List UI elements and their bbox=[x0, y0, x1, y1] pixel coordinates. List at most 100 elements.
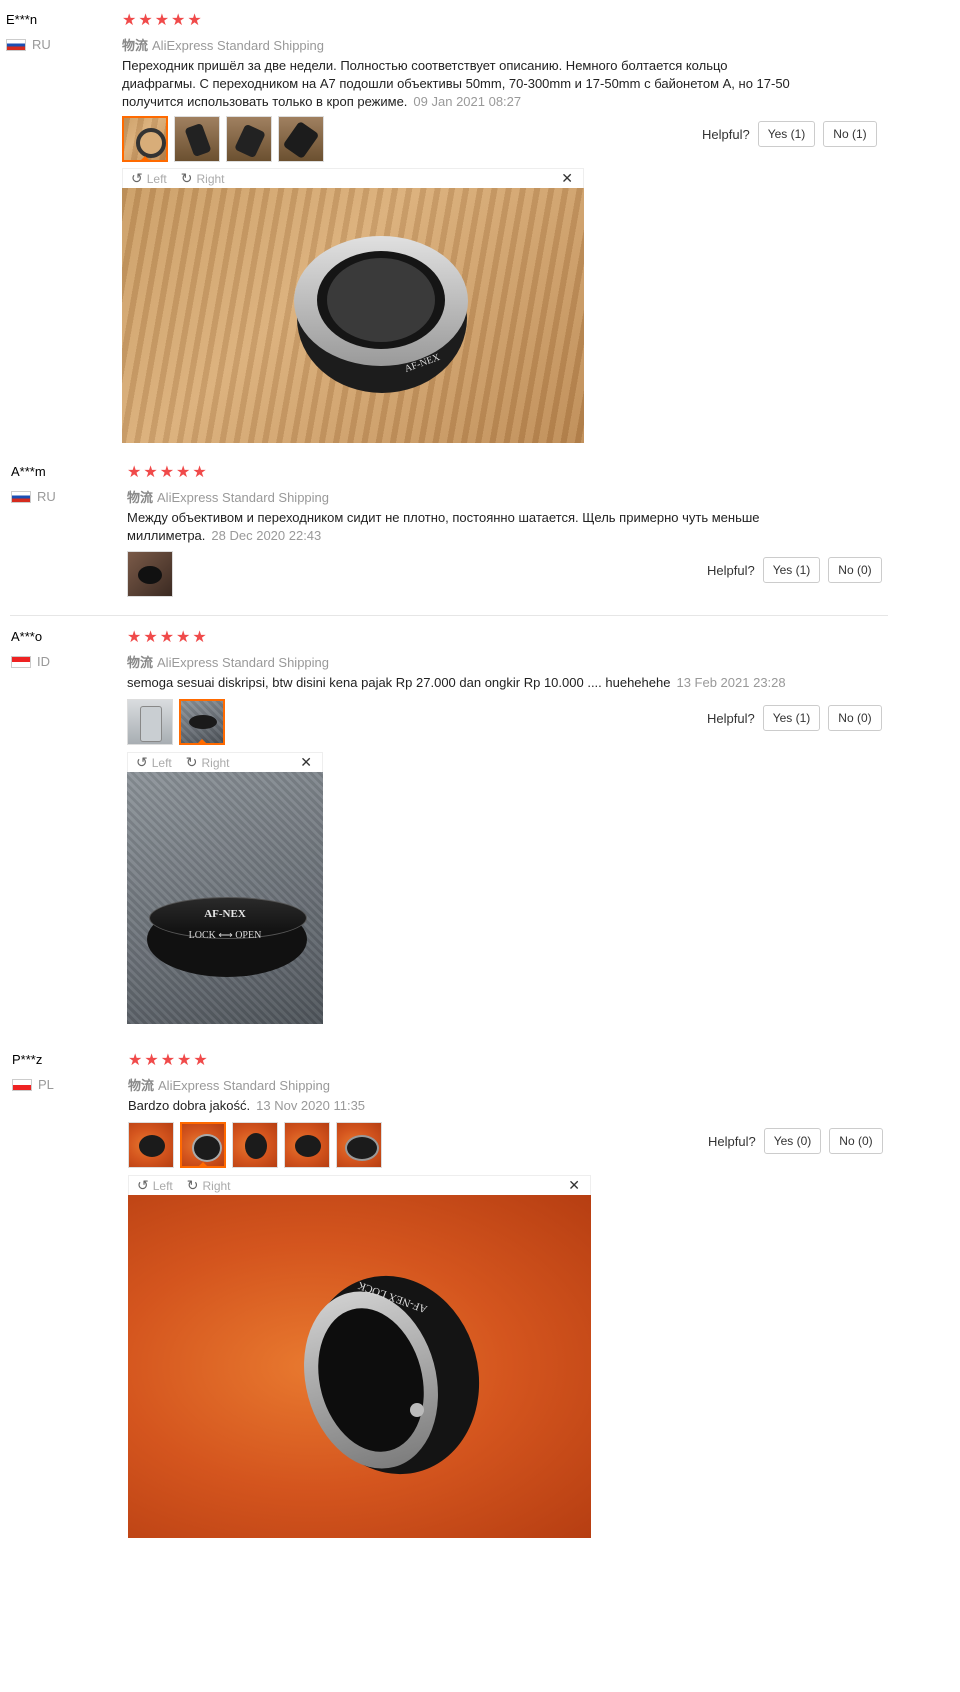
shipping-tag: 物流 bbox=[127, 655, 154, 670]
reviewer-country: PL bbox=[12, 1077, 54, 1092]
rating-stars: ★★★★★ bbox=[127, 464, 209, 481]
review-date: 09 Jan 2021 08:27 bbox=[413, 94, 522, 109]
rotate-left-label[interactable]: Left bbox=[147, 172, 167, 186]
review-photo[interactable]: AF-NEX LOCK ⟷ OPEN bbox=[127, 772, 323, 1024]
vote-no-button[interactable]: No (0) bbox=[829, 1128, 883, 1154]
helpful-votes: Helpful? Yes (0) No (0) bbox=[708, 1128, 883, 1154]
review-date: 28 Dec 2020 22:43 bbox=[211, 528, 322, 543]
photo-thumbnail[interactable] bbox=[179, 699, 225, 745]
review-text-block: Bardzo dobra jakość. 13 Nov 2020 11:35 bbox=[128, 1097, 848, 1115]
close-icon[interactable]: ✕ bbox=[300, 754, 312, 771]
helpful-votes: Helpful? Yes (1) No (1) bbox=[702, 121, 877, 147]
photo-thumbnail[interactable] bbox=[127, 699, 173, 745]
rating-stars: ★★★★★ bbox=[128, 1052, 210, 1069]
reviewer-country: RU bbox=[11, 489, 56, 504]
photo-thumbnails bbox=[128, 1122, 382, 1168]
rotate-left-label[interactable]: Left bbox=[152, 756, 172, 770]
photo-viewer: ↺ Left ↻ Right ✕ AF-NEX LOCK bbox=[128, 1175, 591, 1538]
photo-thumbnail[interactable] bbox=[174, 116, 220, 162]
country-code: RU bbox=[37, 489, 56, 504]
review-date: 13 Nov 2020 11:35 bbox=[256, 1098, 366, 1113]
shipping-method: AliExpress Standard Shipping bbox=[152, 38, 325, 53]
reviewer-name: A***m bbox=[11, 464, 46, 479]
photo-thumbnails bbox=[127, 699, 225, 745]
flag-id-icon bbox=[11, 655, 31, 668]
photo-caption-secondary: LOCK ⟷ OPEN bbox=[188, 930, 262, 941]
flag-ru-icon bbox=[6, 38, 26, 51]
shipping-tag: 物流 bbox=[122, 38, 149, 53]
vote-no-button[interactable]: No (0) bbox=[828, 705, 882, 731]
reviewer-country: ID bbox=[11, 654, 50, 669]
shipping-info: 物流 AliExpress Standard Shipping bbox=[128, 1075, 330, 1094]
review-text-block: semoga sesuai diskripsi, btw disini kena… bbox=[127, 674, 827, 692]
viewer-toolbar: ↺ Left ↻ Right ✕ bbox=[122, 168, 584, 188]
close-icon[interactable]: ✕ bbox=[561, 170, 573, 187]
photo-thumbnail[interactable] bbox=[226, 116, 272, 162]
reviewer-name: A***o bbox=[11, 629, 43, 644]
review-text-block: Переходник пришёл за две недели. Полност… bbox=[122, 57, 802, 111]
rotate-right-icon[interactable]: ↻ bbox=[187, 1177, 199, 1194]
helpful-label: Helpful? bbox=[707, 710, 755, 726]
helpful-votes: Helpful? Yes (1) No (0) bbox=[707, 705, 882, 731]
rotate-right-label[interactable]: Right bbox=[196, 172, 224, 186]
rotate-right-label[interactable]: Right bbox=[201, 756, 229, 770]
rotate-left-icon[interactable]: ↺ bbox=[137, 1177, 149, 1194]
rotate-left-label[interactable]: Left bbox=[153, 1179, 173, 1193]
shipping-method: AliExpress Standard Shipping bbox=[157, 655, 330, 670]
review-photo[interactable]: AF-NEX LOCK bbox=[128, 1195, 591, 1538]
review-photo[interactable]: AF-NEX bbox=[122, 188, 584, 443]
photo-thumbnail[interactable] bbox=[180, 1122, 226, 1168]
shipping-tag: 物流 bbox=[127, 490, 154, 505]
reviewer-country: RU bbox=[6, 37, 51, 52]
photo-thumbnail[interactable] bbox=[336, 1122, 382, 1168]
photo-thumbnails bbox=[122, 116, 324, 162]
vote-yes-button[interactable]: Yes (1) bbox=[757, 121, 816, 147]
shipping-info: 物流 AliExpress Standard Shipping bbox=[127, 487, 329, 506]
review-text: semoga sesuai diskripsi, btw disini kena… bbox=[127, 675, 671, 690]
photo-thumbnail[interactable] bbox=[127, 551, 173, 597]
country-code: RU bbox=[32, 37, 51, 52]
photo-viewer: ↺ Left ↻ Right ✕ AF-NEX bbox=[122, 168, 584, 443]
helpful-label: Helpful? bbox=[707, 562, 755, 578]
reviewer-name: E***n bbox=[6, 12, 38, 27]
close-icon[interactable]: ✕ bbox=[568, 1177, 580, 1194]
review-text: Bardzo dobra jakość. bbox=[128, 1098, 251, 1113]
photo-thumbnail[interactable] bbox=[128, 1122, 174, 1168]
rotate-left-icon[interactable]: ↺ bbox=[136, 754, 148, 771]
shipping-method: AliExpress Standard Shipping bbox=[158, 1078, 331, 1093]
shipping-info: 物流 AliExpress Standard Shipping bbox=[122, 35, 324, 54]
review-divider bbox=[10, 615, 888, 616]
shipping-method: AliExpress Standard Shipping bbox=[157, 490, 330, 505]
photo-thumbnail[interactable] bbox=[232, 1122, 278, 1168]
review-date: 13 Feb 2021 23:28 bbox=[676, 675, 786, 690]
vote-no-button[interactable]: No (0) bbox=[828, 557, 882, 583]
rotate-right-icon[interactable]: ↻ bbox=[186, 754, 198, 771]
vote-no-button[interactable]: No (1) bbox=[823, 121, 877, 147]
vote-yes-button[interactable]: Yes (1) bbox=[762, 705, 821, 731]
reviewer-name: P***z bbox=[12, 1052, 43, 1067]
vote-yes-button[interactable]: Yes (0) bbox=[763, 1128, 822, 1154]
photo-thumbnails bbox=[127, 551, 173, 597]
photo-viewer: ↺ Left ↻ Right ✕ AF-NEX LOCK ⟷ OPEN bbox=[127, 752, 323, 1024]
flag-pl-icon bbox=[12, 1078, 32, 1091]
helpful-votes: Helpful? Yes (1) No (0) bbox=[707, 557, 882, 583]
viewer-toolbar: ↺ Left ↻ Right ✕ bbox=[128, 1175, 591, 1195]
photo-thumbnail[interactable] bbox=[284, 1122, 330, 1168]
rotate-left-icon[interactable]: ↺ bbox=[131, 170, 143, 187]
rating-stars: ★★★★★ bbox=[127, 629, 209, 646]
rating-stars: ★★★★★ bbox=[122, 12, 204, 29]
rotate-right-icon[interactable]: ↻ bbox=[181, 170, 193, 187]
viewer-toolbar: ↺ Left ↻ Right ✕ bbox=[127, 752, 323, 772]
photo-thumbnail[interactable] bbox=[278, 116, 324, 162]
review-text-block: Между объективом и переходником сидит не… bbox=[127, 509, 767, 545]
vote-yes-button[interactable]: Yes (1) bbox=[762, 557, 821, 583]
country-code: ID bbox=[37, 654, 50, 669]
helpful-label: Helpful? bbox=[702, 126, 750, 142]
rotate-right-label[interactable]: Right bbox=[202, 1179, 230, 1193]
shipping-tag: 物流 bbox=[128, 1078, 155, 1093]
flag-ru-icon bbox=[11, 490, 31, 503]
photo-caption: AF-NEX bbox=[204, 908, 246, 920]
shipping-info: 物流 AliExpress Standard Shipping bbox=[127, 652, 329, 671]
country-code: PL bbox=[38, 1077, 54, 1092]
photo-thumbnail[interactable] bbox=[122, 116, 168, 162]
